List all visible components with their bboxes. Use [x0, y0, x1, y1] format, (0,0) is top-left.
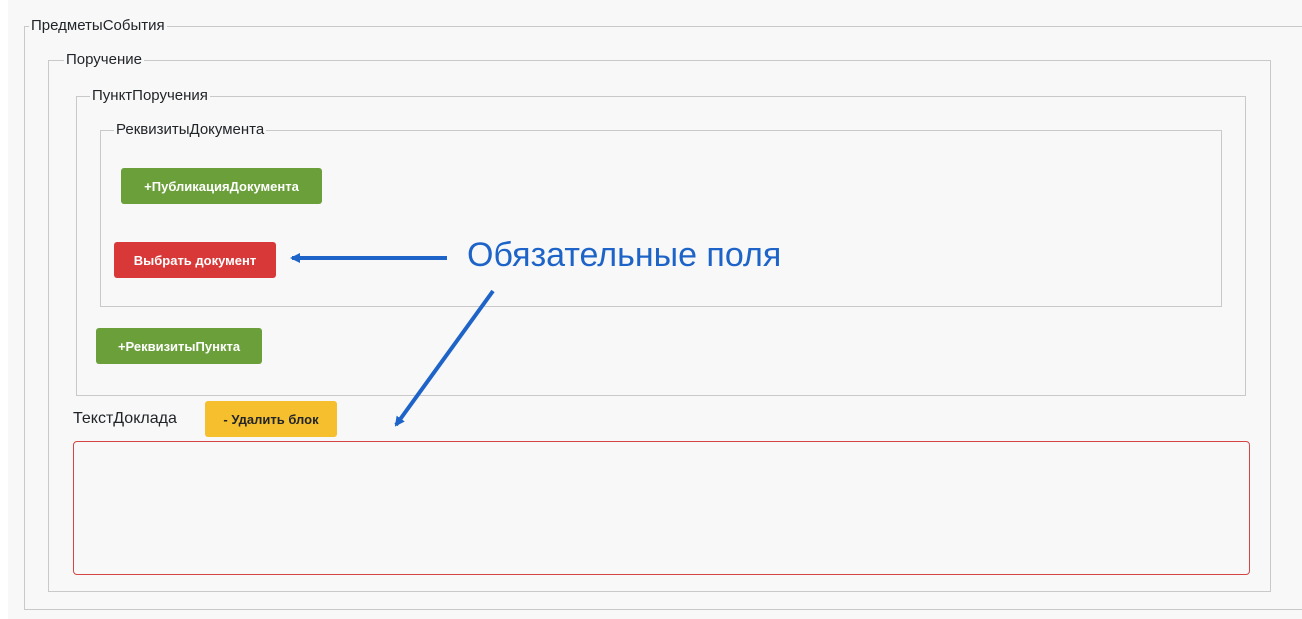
arrow-to-report-text	[394, 289, 495, 427]
annotation-arrows	[290, 253, 495, 427]
